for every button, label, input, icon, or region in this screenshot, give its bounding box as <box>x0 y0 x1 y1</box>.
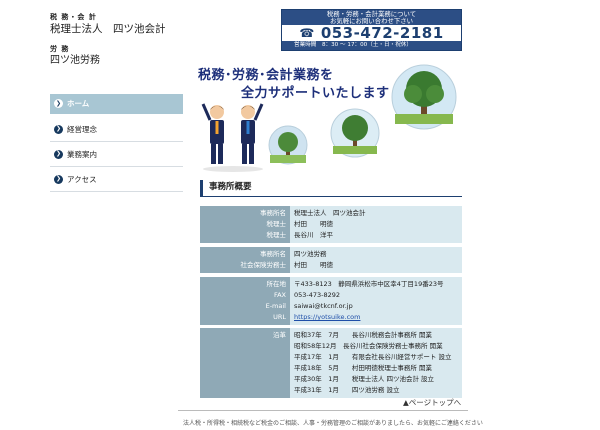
url-link[interactable]: https://yotsuike.com <box>294 312 462 323</box>
info-value: 四ツ池労務 <box>294 250 327 258</box>
info-label: 所在地 <box>266 280 287 288</box>
category-labor: 労 務 <box>50 45 70 53</box>
info-value: 村田 明徳 <box>294 220 333 228</box>
history-entry: 平成17年 1月 有限会社長谷川経営サポート 設立 <box>294 353 452 361</box>
header-brand: 税 務・会 計 税理士法人 四ツ池会計 労 務 四ツ池労務 <box>50 13 166 68</box>
info-value: 税理士法人 四ツ池会計 <box>294 209 366 217</box>
info-block-contact: 所在地 FAX E-mail URL 〒433-8123 静岡県浜松市中区幸4丁… <box>200 277 462 325</box>
page-top-link[interactable]: ▲ページトップへ <box>403 397 461 408</box>
nav-item-access[interactable]: ❯ アクセス <box>50 167 183 192</box>
info-value: 村田 明徳 <box>294 261 333 269</box>
info-label: 事務所名 <box>260 209 286 217</box>
history-entry: 昭和58年12月 長谷川社会保険労務士事務所 開業 <box>294 342 443 350</box>
info-label: 事務所名 <box>260 250 286 258</box>
phone-icon: ☎ <box>299 26 315 40</box>
info-label <box>200 374 286 385</box>
category-tax: 税 務・会 計 <box>50 13 97 21</box>
info-label: FAX <box>273 291 286 299</box>
nav-item-services[interactable]: ❯ 業務案内 <box>50 142 183 167</box>
nav-item-label: ホーム <box>67 99 90 108</box>
hero-headline-line1: 税務･労務･会計業務を <box>198 68 334 83</box>
contact-phone[interactable]: ☎ 053-472-2181 <box>282 24 461 42</box>
info-label: URL <box>273 313 286 321</box>
nav-item-label: アクセス <box>67 174 97 184</box>
phone-number: 053-472-2181 <box>320 24 444 42</box>
info-block-firm-tax: 事務所名 税理士 税理士 税理士法人 四ツ池会計 村田 明徳 長谷川 洋平 <box>200 206 462 243</box>
nav-item-philosophy[interactable]: ❯ 経営理念 <box>50 117 183 142</box>
firm-name-labor: 四ツ池労務 <box>50 55 100 66</box>
section-title: 事務所概要 <box>200 180 462 197</box>
info-label: E-mail <box>265 302 286 310</box>
history-entry: 平成18年 5月 村田明徳税理士事務所 開業 <box>294 364 432 372</box>
firm-name-tax: 税理士法人 四ツ池会計 <box>50 23 166 35</box>
contact-message: 税務・労務・会計業務について お気軽にお問い合わせ下さい <box>282 10 461 25</box>
history-entry: 平成30年 1月 税理士法人 四ツ池会計 設立 <box>294 375 435 383</box>
sidebar-nav: ❯ ホーム ❯ 経営理念 ❯ 業務案内 ❯ アクセス <box>50 94 183 192</box>
info-value: 長谷川 洋平 <box>294 231 333 239</box>
email-value: saiwai@tkcnf.or.jp <box>294 302 353 310</box>
info-label: 税理士 <box>266 231 287 239</box>
footer-divider <box>178 410 468 411</box>
chevron-right-icon: ❯ <box>54 149 63 159</box>
info-label <box>200 352 286 363</box>
nav-item-label: 経営理念 <box>67 124 97 134</box>
info-label <box>200 341 286 352</box>
info-label: 税理士 <box>266 220 287 228</box>
tree-photo-medium <box>330 108 380 158</box>
tree-photo-small <box>268 125 308 165</box>
address-value: 〒433-8123 静岡県浜松市中区幸4丁目19番23号 <box>294 280 444 288</box>
info-block-history: 沿革 昭和37年 7月 長谷川税務会計事務所 開業 昭和58年12月 長谷川社会… <box>200 328 462 398</box>
chevron-right-icon: ❯ <box>54 174 63 184</box>
chevron-right-icon: ❯ <box>54 99 63 108</box>
info-block-firm-labor: 事務所名 社会保険労務士 四ツ池労務 村田 明徳 <box>200 247 462 273</box>
footer-text: 法人税・所得税・相続税など税金のご相談、人事・労務管理のご相談がありましたら、お… <box>183 420 483 427</box>
info-label: 社会保険労務士 <box>240 261 287 269</box>
nav-item-label: 業務案内 <box>67 149 97 159</box>
business-hours: 営業時間 8：30 ～ 17：00（土・日・祝休） <box>282 41 461 50</box>
hero-banner: 税務･労務･会計業務を 全力サポートいたします <box>198 62 460 172</box>
info-label <box>200 385 286 396</box>
tree-photo-large <box>391 64 457 130</box>
hero-headline-line2: 全力サポートいたします <box>241 86 390 101</box>
history-entry: 昭和37年 7月 長谷川税務会計事務所 開業 <box>294 331 432 339</box>
contact-box: 税務・労務・会計業務について お気軽にお問い合わせ下さい ☎ 053-472-2… <box>281 9 462 51</box>
nav-item-home[interactable]: ❯ ホーム <box>50 94 183 114</box>
chevron-right-icon: ❯ <box>54 124 63 134</box>
businessmen-illustration <box>201 103 264 172</box>
history-entry: 平成31年 1月 四ツ池労務 設立 <box>294 386 400 394</box>
info-label <box>200 363 286 374</box>
fax-value: 053-473-8292 <box>294 291 341 299</box>
info-label: 沿革 <box>273 331 286 339</box>
